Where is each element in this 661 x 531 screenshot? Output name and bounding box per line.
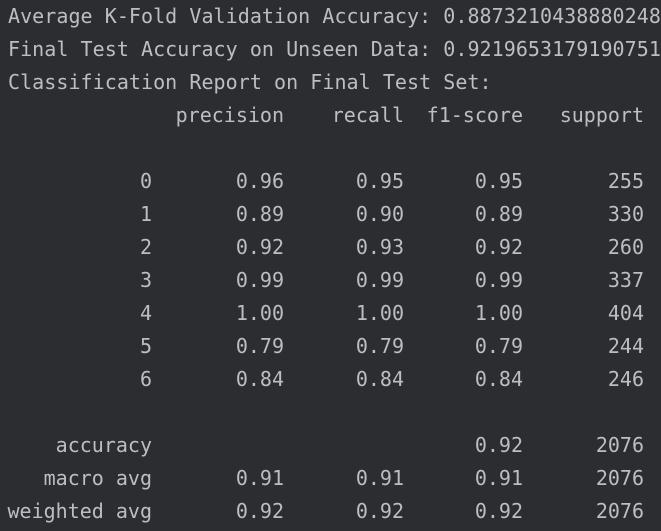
row-label: accuracy — [55, 433, 152, 457]
report-header-row: precision recall f1-score support — [0, 99, 661, 132]
row-support: 2076 — [595, 433, 644, 457]
row-precision: 0.96 — [235, 169, 284, 193]
row-recall: 1.00 — [355, 301, 404, 325]
row-f1: 0.92 — [474, 499, 523, 523]
table-row: 3 0.99 0.99 0.99 337 — [0, 264, 661, 297]
row-recall: 0.84 — [355, 367, 404, 391]
table-row: 0 0.96 0.95 0.95 255 — [0, 165, 661, 198]
row-support: 246 — [607, 367, 644, 391]
row-f1: 0.79 — [474, 334, 523, 358]
row-label: 4 — [139, 301, 152, 325]
table-row: 1 0.89 0.90 0.89 330 — [0, 198, 661, 231]
row-label: macro avg — [43, 466, 152, 490]
row-f1: 0.89 — [474, 202, 523, 226]
row-recall: 0.91 — [355, 466, 404, 490]
row-support: 2076 — [595, 499, 644, 523]
row-f1: 0.91 — [474, 466, 523, 490]
row-support: 244 — [607, 334, 644, 358]
row-label: weighted avg — [7, 499, 153, 523]
header-precision: precision — [175, 103, 284, 127]
row-label: 1 — [139, 202, 152, 226]
row-label: 3 — [139, 268, 152, 292]
row-precision: 0.91 — [235, 466, 284, 490]
row-precision: 0.84 — [235, 367, 284, 391]
row-f1: 0.92 — [474, 433, 523, 457]
row-recall: 0.92 — [355, 499, 404, 523]
row-label: 6 — [139, 367, 152, 391]
row-support: 337 — [607, 268, 644, 292]
row-support: 2076 — [595, 466, 644, 490]
header-recall: recall — [331, 103, 404, 127]
avg-kfold-accuracy-line: Average K-Fold Validation Accuracy: 0.88… — [8, 4, 661, 28]
row-support: 255 — [607, 169, 644, 193]
row-precision: 0.89 — [235, 202, 284, 226]
row-precision: 0.92 — [235, 499, 284, 523]
table-row: 2 0.92 0.93 0.92 260 — [0, 231, 661, 264]
header-support: support — [559, 103, 644, 127]
row-support: 260 — [607, 235, 644, 259]
row-f1: 0.84 — [474, 367, 523, 391]
row-recall: 0.93 — [355, 235, 404, 259]
row-label: 0 — [139, 169, 152, 193]
row-f1: 0.99 — [474, 268, 523, 292]
row-label: 2 — [139, 235, 152, 259]
row-precision: 0.92 — [235, 235, 284, 259]
weighted-avg-row: weighted avg 0.92 0.92 0.92 2076 — [0, 495, 661, 528]
row-recall: 0.90 — [355, 202, 404, 226]
table-row: 5 0.79 0.79 0.79 244 — [0, 330, 661, 363]
row-support: 404 — [607, 301, 644, 325]
table-row: 6 0.84 0.84 0.84 246 — [0, 363, 661, 396]
row-f1: 1.00 — [474, 301, 523, 325]
row-precision: 1.00 — [235, 301, 284, 325]
header-f1-score: f1-score — [426, 103, 523, 127]
row-support: 330 — [607, 202, 644, 226]
console-output: Average K-Fold Validation Accuracy: 0.88… — [0, 0, 661, 531]
accuracy-row: accuracy 0.92 2076 — [0, 429, 661, 462]
final-test-accuracy-line: Final Test Accuracy on Unseen Data: 0.92… — [8, 37, 661, 61]
row-f1: 0.92 — [474, 235, 523, 259]
table-row: 4 1.00 1.00 1.00 404 — [0, 297, 661, 330]
row-precision: 0.79 — [235, 334, 284, 358]
row-label: 5 — [139, 334, 152, 358]
row-precision: 0.99 — [235, 268, 284, 292]
row-recall: 0.95 — [355, 169, 404, 193]
macro-avg-row: macro avg 0.91 0.91 0.91 2076 — [0, 462, 661, 495]
row-f1: 0.95 — [474, 169, 523, 193]
row-recall: 0.99 — [355, 268, 404, 292]
row-recall: 0.79 — [355, 334, 404, 358]
report-title-line: Classification Report on Final Test Set: — [8, 70, 492, 94]
